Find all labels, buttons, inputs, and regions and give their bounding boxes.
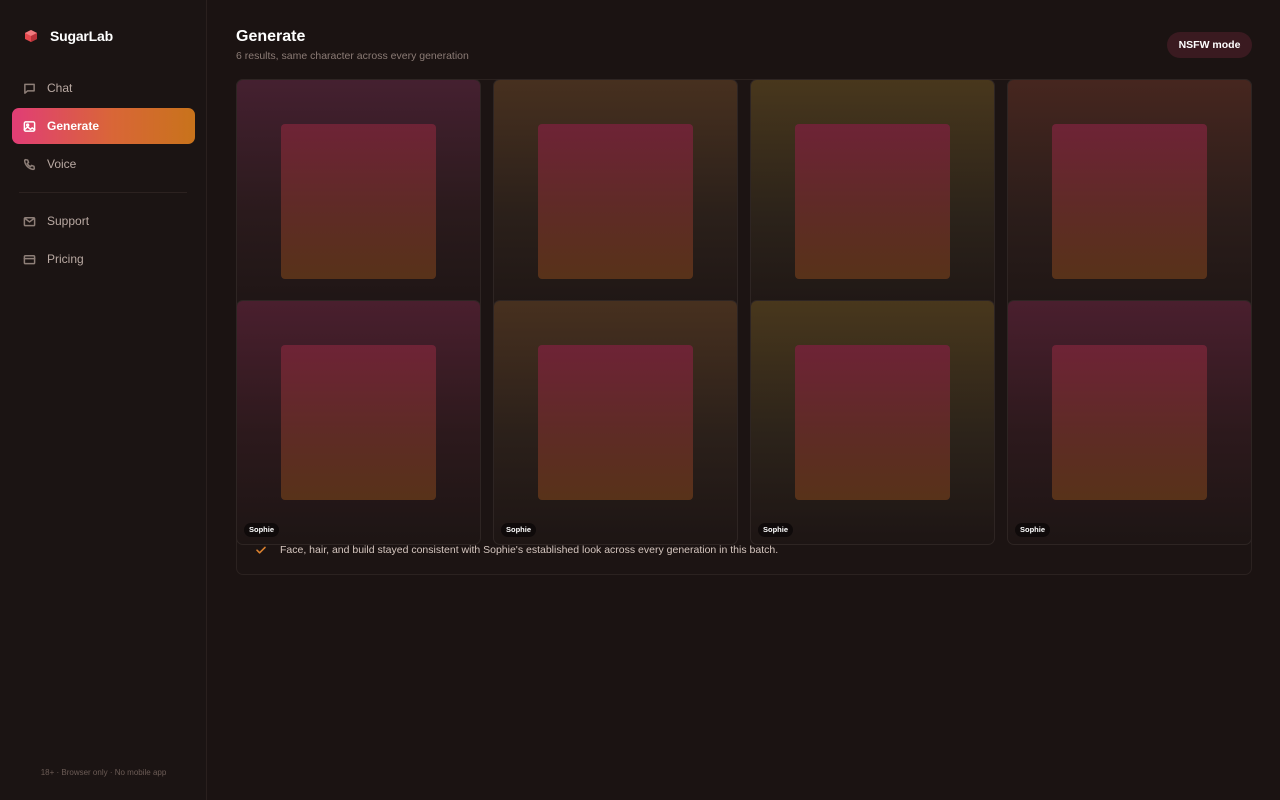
chat-bubble-icon [24,83,35,94]
character-name-tag: Sophie [758,523,794,537]
sidebar-divider [19,192,187,193]
brand-name: SugarLab [50,28,113,44]
sidebar-item-support[interactable]: Support [12,203,195,239]
credit-card-icon [23,254,36,264]
result-card[interactable] [236,79,481,324]
generated-image [538,345,693,500]
result-card[interactable] [493,79,738,324]
check-icon [256,546,266,554]
phone-icon [23,158,36,170]
footnote: 18+ · Browser only · No mobile app [40,768,167,777]
character-name-tag: Sophie [1015,523,1051,537]
generated-image [281,345,436,500]
brand[interactable]: SugarLab [24,27,113,45]
sidebar-item-label: Chat [47,81,73,95]
image-icon [23,120,36,132]
sidebar-item-label: Generate [47,119,100,133]
sidebar-item-label: Support [47,214,90,228]
cube-icon [25,30,37,42]
result-card[interactable]: Sophie [236,300,481,545]
sidebar-item-chat[interactable]: Chat [12,70,195,106]
sidebar-item-pricing[interactable]: Pricing [12,241,195,277]
result-card[interactable]: Sophie [493,300,738,545]
generated-image [1052,345,1207,500]
sidebar: SugarLab Chat Generate Voice Support Pri… [0,0,207,800]
sidebar-item-voice[interactable]: Voice [12,146,195,182]
sidebar-item-generate[interactable]: Generate [12,108,195,144]
consistency-note: Face, hair, and build stayed consistent … [255,543,778,557]
sidebar-item-label: Pricing [47,252,84,266]
result-card[interactable]: Sophie [1007,300,1252,545]
result-card[interactable] [750,79,995,324]
page-subtitle: 6 results, same character across every g… [236,50,469,62]
consistency-note-text: Face, hair, and build stayed consistent … [280,544,779,556]
nsfw-mode-button[interactable]: NSFW mode [1167,32,1252,58]
generated-image [795,345,950,500]
page-title: Generate [236,28,306,45]
character-name-tag: Sophie [501,523,537,537]
result-card[interactable]: Sophie [750,300,995,545]
result-card[interactable] [1007,79,1252,324]
generated-image [538,124,693,279]
character-name-tag: Sophie [244,523,280,537]
generated-image [795,124,950,279]
generated-image [281,124,436,279]
generated-image [1052,124,1207,279]
sidebar-item-label: Voice [47,157,77,171]
mail-icon [23,216,36,226]
